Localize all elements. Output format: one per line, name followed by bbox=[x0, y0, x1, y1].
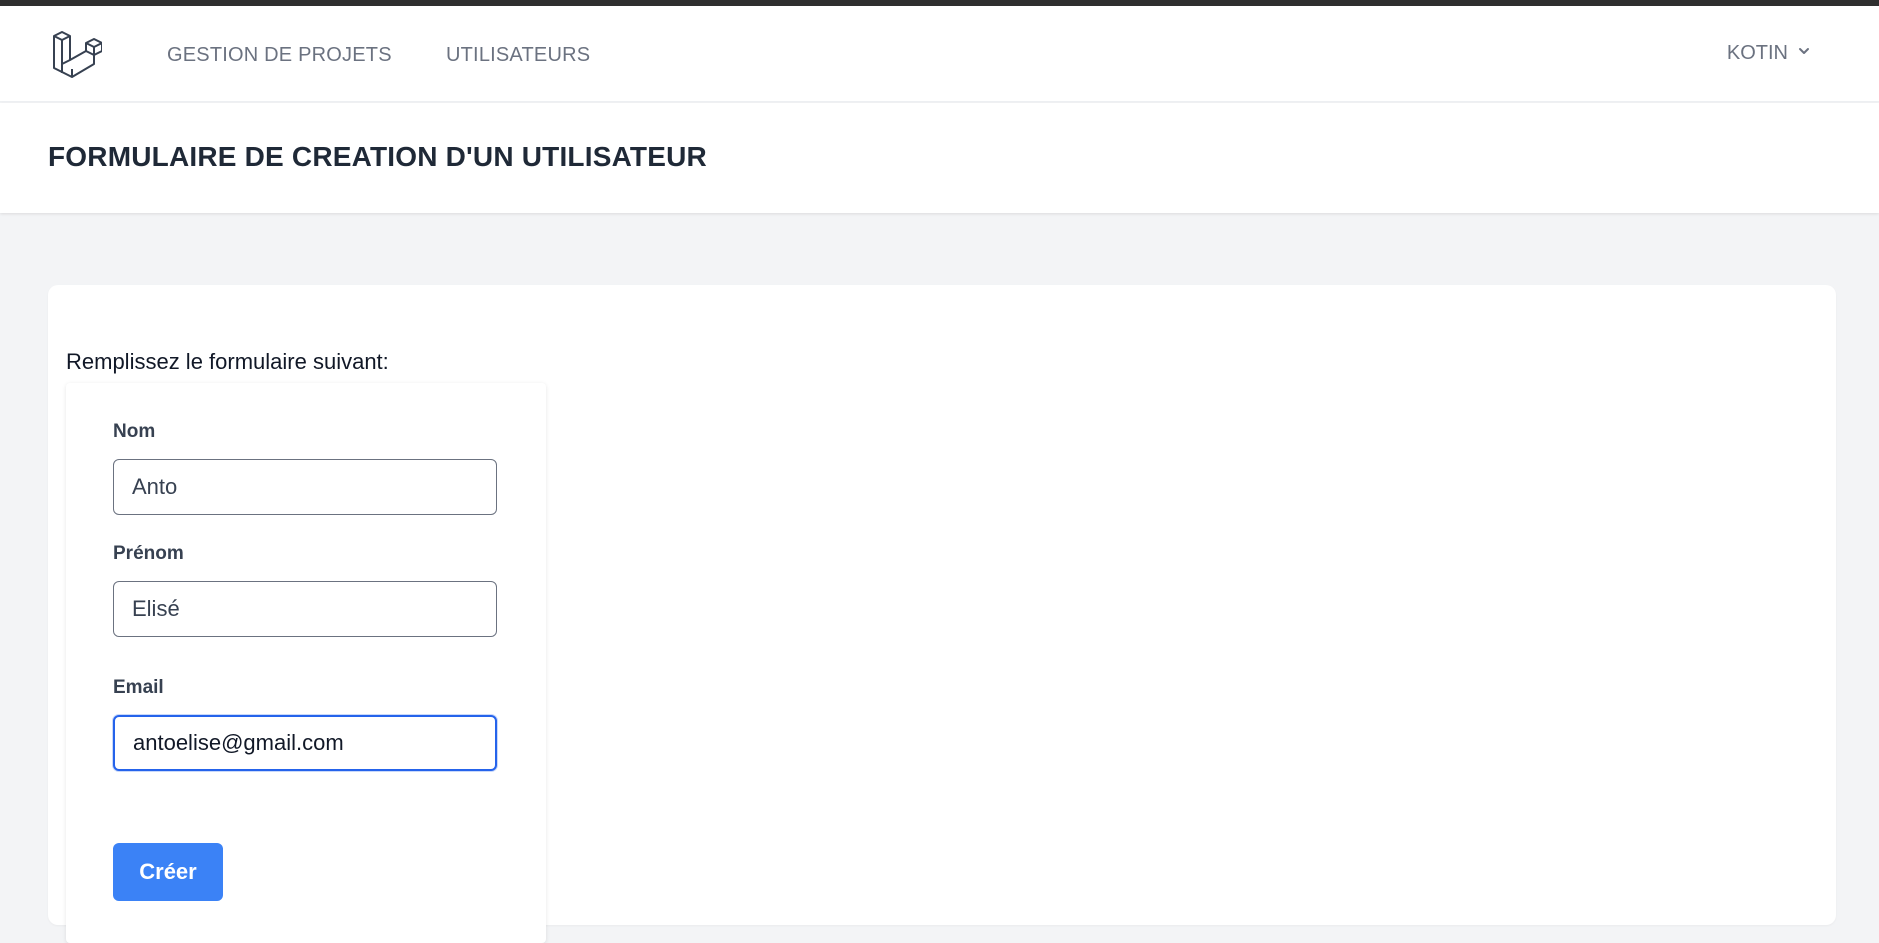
create-button[interactable]: Créer bbox=[113, 843, 223, 901]
nom-label: Nom bbox=[113, 421, 156, 442]
chevron-down-icon bbox=[1796, 42, 1812, 65]
laravel-logo-icon[interactable] bbox=[50, 30, 103, 82]
form-instructions: Remplissez le formulaire suivant: bbox=[66, 349, 389, 374]
nom-input[interactable] bbox=[113, 459, 497, 515]
nav-link-utilisateurs[interactable]: UTILISATEURS bbox=[446, 44, 590, 67]
page-title: FORMULAIRE DE CREATION D'UN UTILISATEUR bbox=[48, 141, 707, 172]
prenom-label: Prénom bbox=[113, 543, 184, 564]
top-navigation: GESTION DE PROJETS UTILISATEURS KOTIN bbox=[0, 6, 1879, 102]
content-card: Remplissez le formulaire suivant: Nom Pr… bbox=[48, 285, 1836, 943]
page-header: FORMULAIRE DE CREATION D'UN UTILISATEUR bbox=[0, 103, 1879, 213]
prenom-input[interactable] bbox=[113, 581, 497, 637]
user-name: KOTIN bbox=[1726, 42, 1788, 64]
email-input[interactable] bbox=[113, 715, 497, 771]
user-creation-form: Nom Prénom Email Créer bbox=[66, 383, 546, 943]
nav-link-gestion-de-projets[interactable]: GESTION DE PROJETS bbox=[167, 44, 392, 67]
email-label: Email bbox=[113, 677, 164, 698]
user-menu-dropdown[interactable]: KOTIN bbox=[1727, 42, 1812, 65]
